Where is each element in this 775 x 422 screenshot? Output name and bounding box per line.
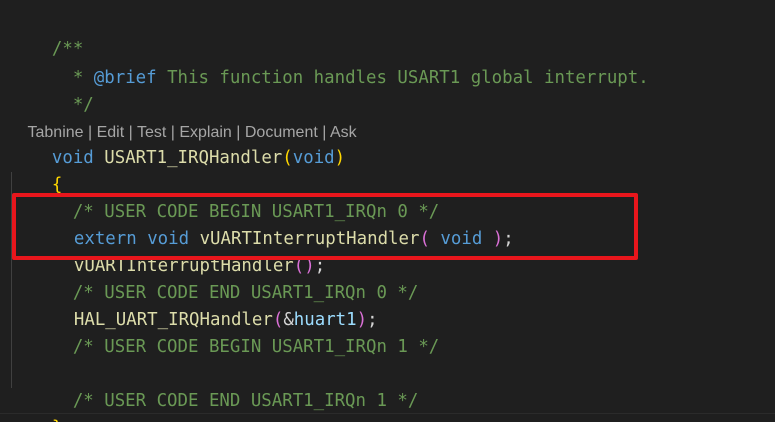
doc-comment-open: /** [10, 9, 83, 59]
brief-text: This function handles USART1 global inte… [156, 68, 649, 88]
comment-text: /* USER CODE BEGIN USART1_IRQn 1 */ [51, 337, 440, 357]
codelens-bar: Tabnine | Edit | Test | Explain | Docume… [10, 92, 357, 141]
open-brace: { [10, 145, 62, 195]
code-editor[interactable]: /** * @brief This function handles USART… [0, 0, 775, 422]
user-code-begin-1: /* USER CODE BEGIN USART1_IRQn 1 */ [10, 307, 439, 357]
param-type: void [292, 148, 335, 168]
user-code-end-1: /* USER CODE END USART1_IRQn 1 */ [10, 361, 419, 411]
doc-comment-close: */ [10, 65, 94, 115]
comment-text: /* USER CODE END USART1_IRQn 1 */ [51, 391, 419, 411]
function-signature: void USART1_IRQHandler(void) [51, 148, 346, 168]
brief-tag: @brief [93, 68, 157, 88]
doc-comment-brief: * @brief This function handles USART1 gl… [10, 38, 649, 88]
function-name: USART1_IRQHandler [104, 148, 283, 168]
hal-irq-call: HAL_UART_IRQHandler(&huart1); [73, 310, 378, 330]
brace-text: } [52, 418, 62, 422]
close-brace: } [10, 388, 62, 422]
highlight-annotation-box [12, 193, 638, 260]
editor-bottom-divider [0, 413, 775, 414]
